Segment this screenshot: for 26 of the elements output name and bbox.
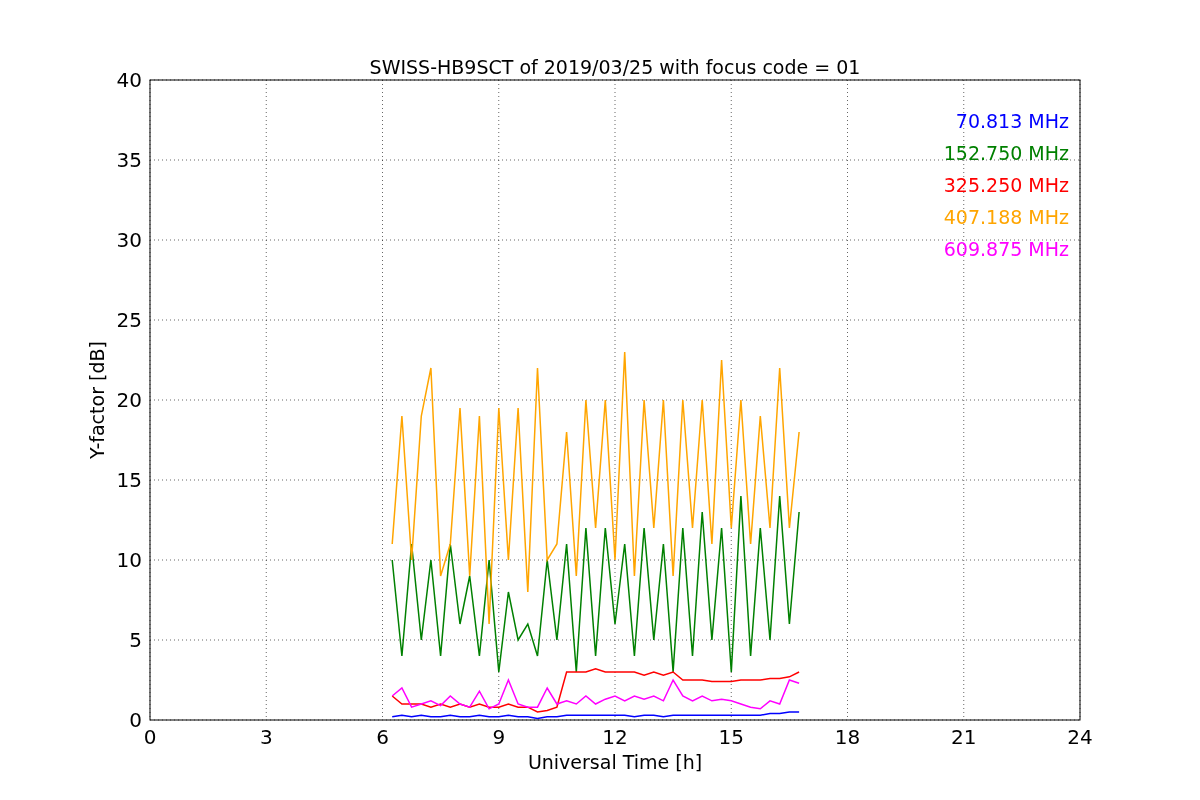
x-tick-label: 0 xyxy=(143,725,157,749)
x-axis-label: Universal Time [h] xyxy=(527,751,703,773)
y-tick-label: 40 xyxy=(116,68,142,92)
y-axis-label: Y-factor [dB] xyxy=(86,341,108,459)
x-tick-label: 3 xyxy=(259,725,273,749)
x-tick-label: 24 xyxy=(1067,725,1093,749)
x-tick-label: 15 xyxy=(718,725,744,749)
legend-label: 325.250 MHz xyxy=(943,174,1069,196)
chart-title: SWISS-HB9SCT of 2019/03/25 with focus code = 01 xyxy=(369,56,861,78)
y-tick-label: 15 xyxy=(116,468,142,492)
x-tick-label: 12 xyxy=(602,725,628,749)
x-tick-label: 21 xyxy=(951,725,977,749)
y-tick-label: 0 xyxy=(129,708,142,732)
x-tick-label: 9 xyxy=(492,725,506,749)
legend-label: 70.813 MHz xyxy=(955,110,1069,132)
y-tick-label: 25 xyxy=(116,308,142,332)
legend-label: 609.875 MHz xyxy=(943,238,1069,260)
legend-label: 152.750 MHz xyxy=(943,142,1069,164)
x-tick-label: 6 xyxy=(376,725,389,749)
y-tick-label: 5 xyxy=(129,628,142,652)
y-tick-label: 20 xyxy=(116,388,142,412)
x-tick-label: 18 xyxy=(834,725,861,749)
legend-label: 407.188 MHz xyxy=(943,206,1069,228)
y-tick-label: 10 xyxy=(116,548,142,572)
y-tick-label: 35 xyxy=(116,148,142,172)
y-tick-label: 30 xyxy=(116,228,142,252)
